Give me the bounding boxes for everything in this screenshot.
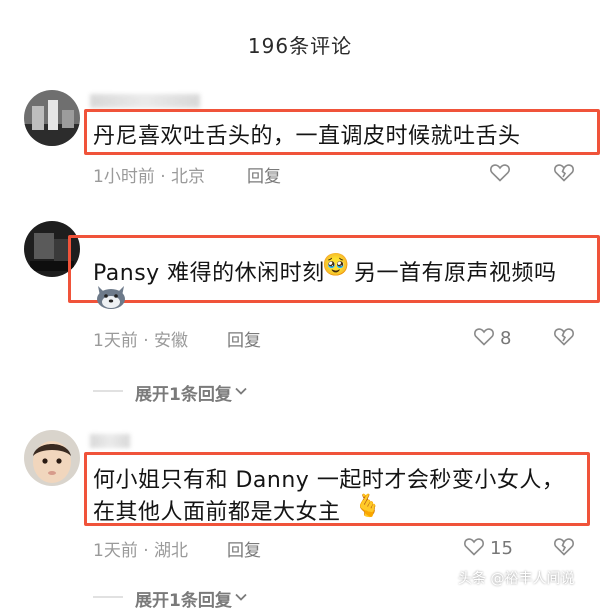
avatar[interactable] <box>24 430 80 486</box>
dog-sticker-icon <box>94 284 128 310</box>
dislike-button[interactable] <box>552 324 576 352</box>
broken-heart-icon <box>552 324 576 352</box>
comment-text: 在其他人面前都是大女主 <box>93 500 341 525</box>
expand-replies-label: 展开1条回复 <box>135 385 232 405</box>
comment-meta: 1小时前 · 北京 <box>93 167 206 187</box>
dislike-button[interactable] <box>552 160 576 188</box>
watermark: 头条 @裕丰人间说 <box>458 571 575 587</box>
username-blurred <box>90 94 200 108</box>
comment-meta: 1天前 · 湖北 <box>93 541 189 561</box>
heart-outline-icon <box>488 160 512 188</box>
comment-text: Pansy 难得的休闲时刻 <box>93 261 325 286</box>
like-count: 8 <box>500 327 512 349</box>
chevron-down-icon <box>234 589 248 608</box>
emoji: 🫰 <box>354 494 382 519</box>
username-blurred <box>90 434 130 448</box>
like-button[interactable] <box>488 160 512 188</box>
comment-meta: 1天前 · 安徽 <box>93 331 189 351</box>
reply-button[interactable]: 回复 <box>227 326 261 351</box>
emoji: 🥹 <box>322 253 350 278</box>
like-count: 15 <box>490 537 513 559</box>
expand-divider <box>93 596 123 598</box>
reply-button[interactable]: 回复 <box>247 162 281 187</box>
expand-replies-button[interactable]: 展开1条回复 <box>135 586 248 611</box>
comments-title: 196条评论 <box>247 34 353 58</box>
expand-divider <box>93 390 123 392</box>
dislike-button[interactable] <box>552 534 576 562</box>
broken-heart-icon <box>552 534 576 562</box>
comment-text: 何小姐只有和 Danny 一起时才会秒变小女人， <box>93 468 565 493</box>
like-button[interactable]: 15 <box>462 534 513 562</box>
heart-outline-icon <box>472 324 496 352</box>
broken-heart-icon <box>552 160 576 188</box>
avatar[interactable] <box>24 90 80 146</box>
like-button[interactable]: 8 <box>472 324 511 352</box>
comment-text: 另一首有原声视频吗 <box>354 261 557 286</box>
expand-replies-button[interactable]: 展开1条回复 <box>135 380 248 405</box>
heart-outline-icon <box>462 534 486 562</box>
reply-button[interactable]: 回复 <box>227 536 261 561</box>
expand-replies-label: 展开1条回复 <box>135 591 232 611</box>
chevron-down-icon <box>234 383 248 402</box>
comment-text: 丹尼喜欢吐舌头的，一直调皮时候就吐舌头 <box>93 124 521 149</box>
